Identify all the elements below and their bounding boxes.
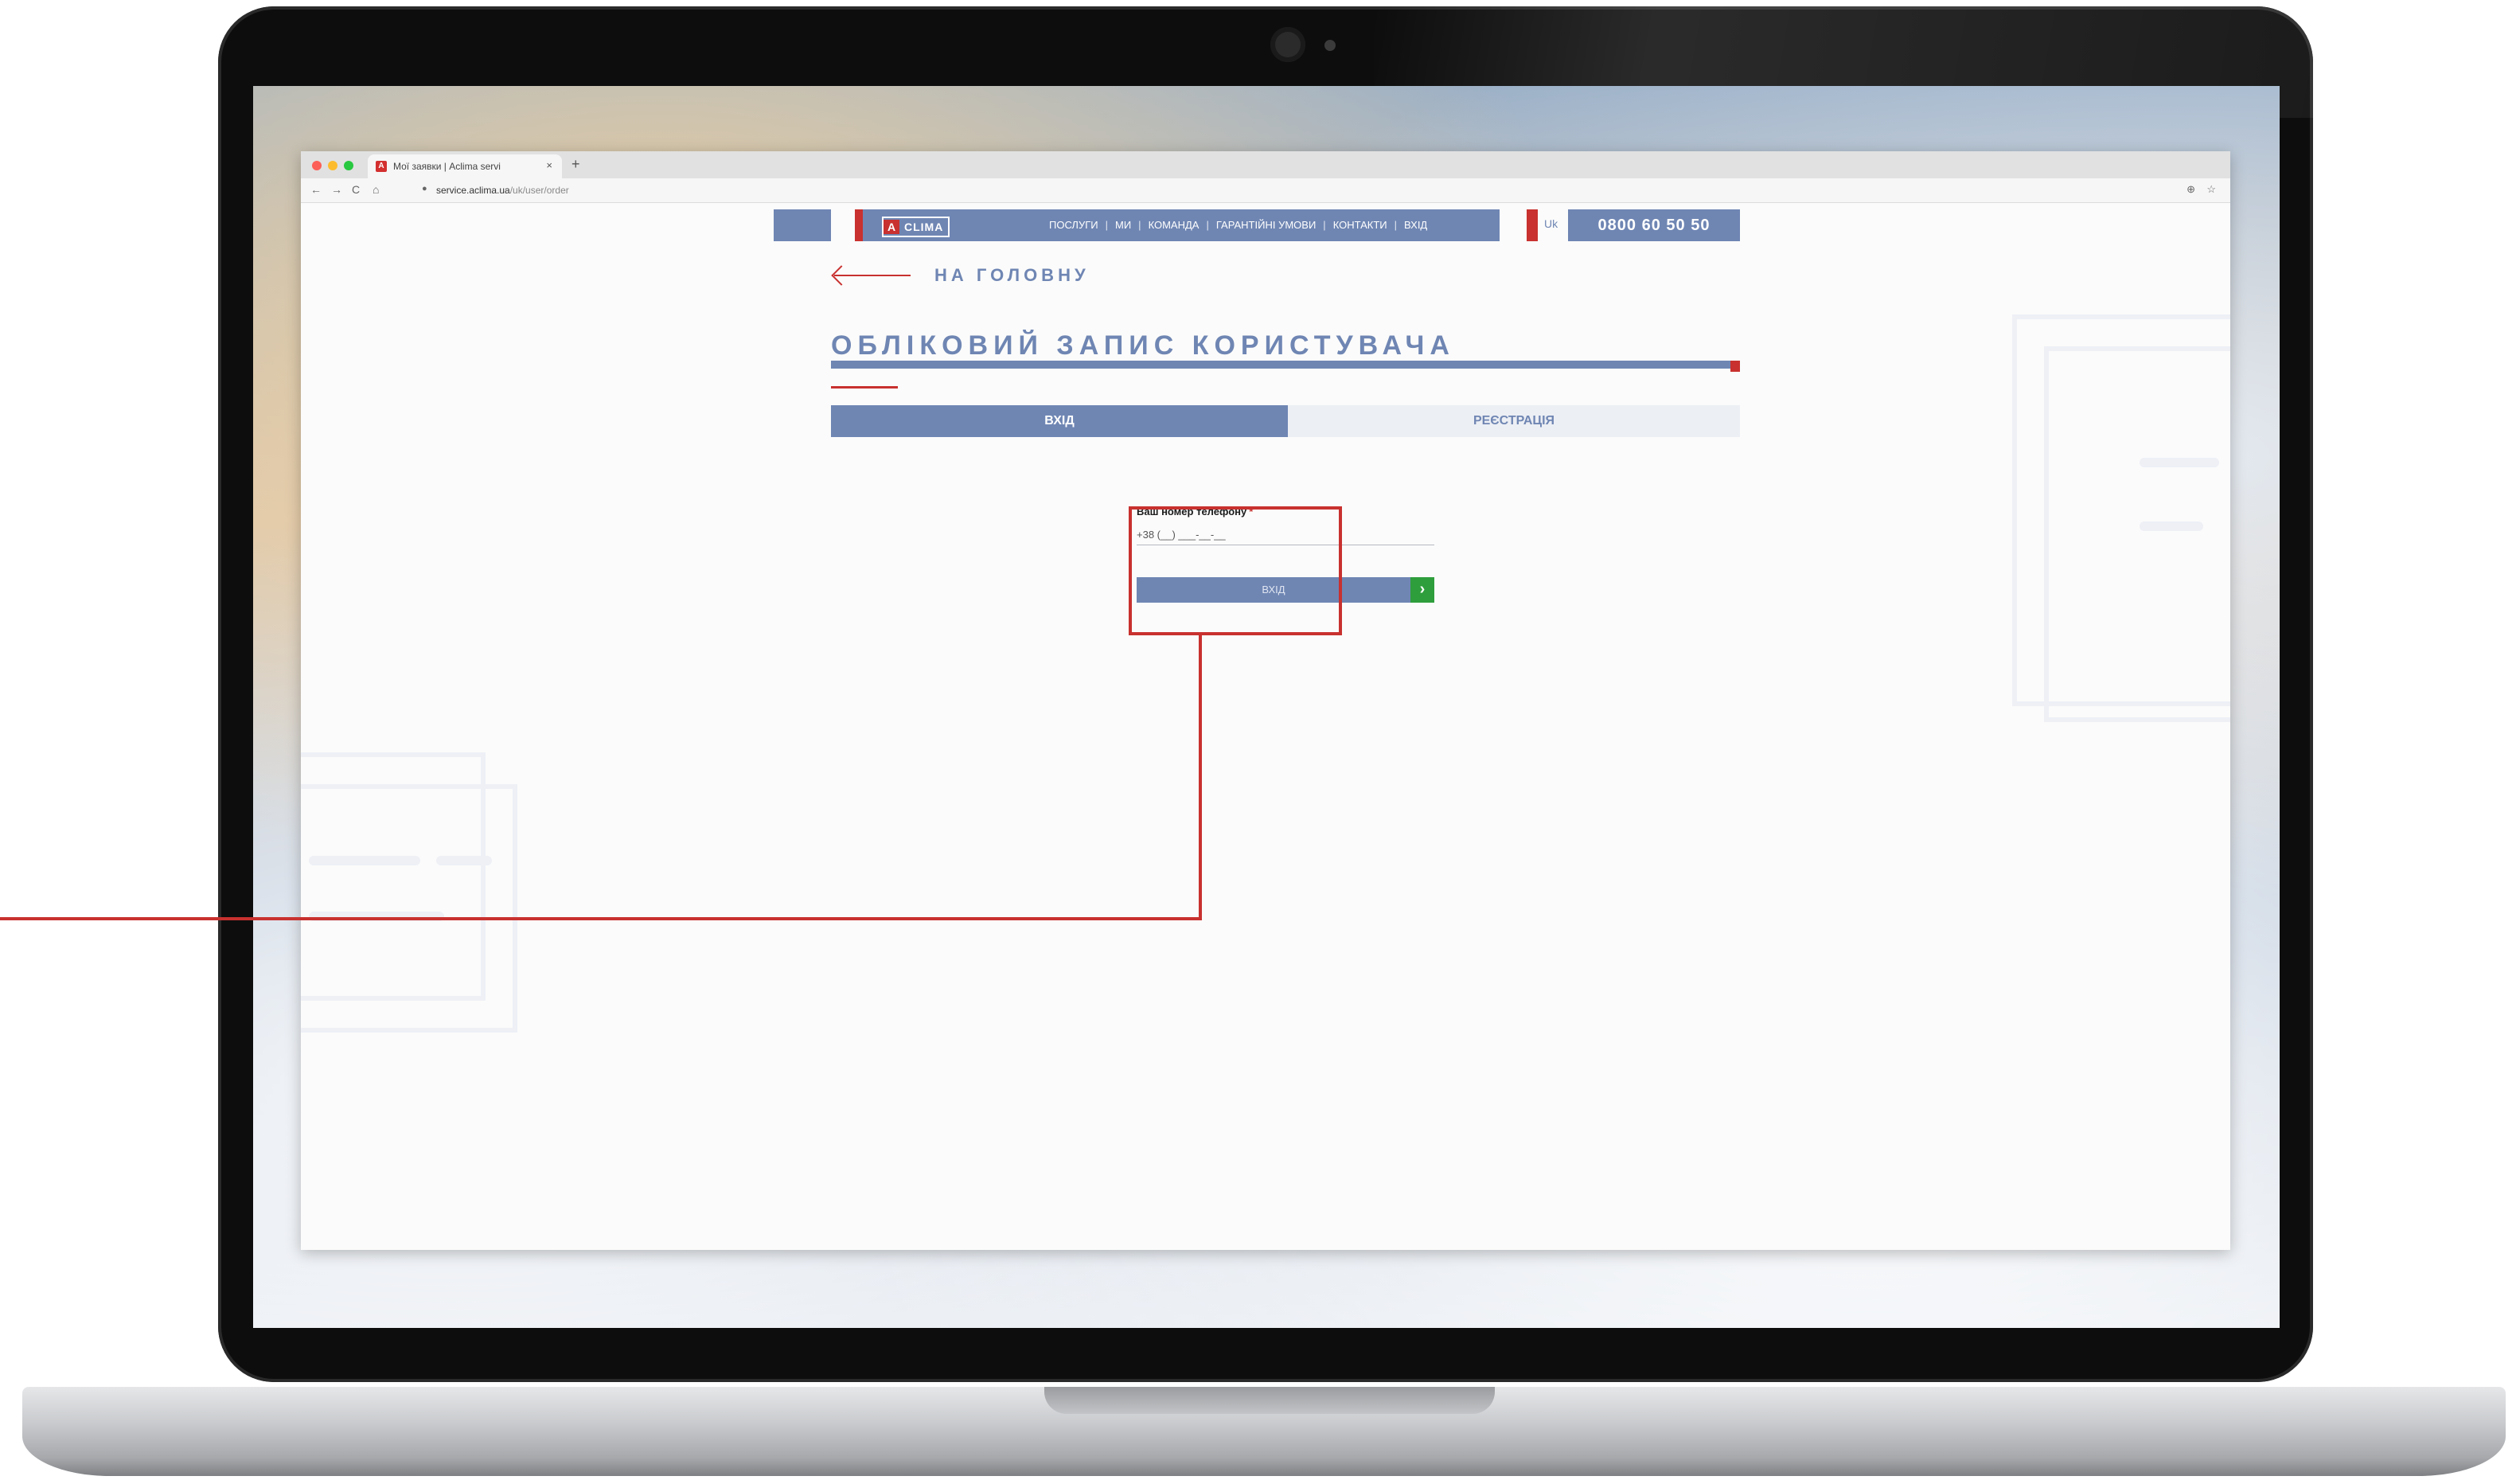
title-bar xyxy=(831,361,1730,369)
decor-line xyxy=(436,856,492,865)
decor-line xyxy=(2140,521,2203,531)
forward-arrow-icon[interactable]: → xyxy=(331,183,342,196)
header-accent xyxy=(855,209,863,241)
camera-sensor-icon xyxy=(1324,40,1336,51)
tab-title: Мої заявки | Aclima servi xyxy=(393,161,501,172)
callout-line-vertical xyxy=(1199,635,1202,920)
title-bar-accent xyxy=(1730,361,1740,372)
nav-separator: | xyxy=(1206,219,1209,231)
nav-separator: | xyxy=(1323,219,1326,231)
decor-line xyxy=(2140,458,2219,467)
back-arrow-icon[interactable]: ← xyxy=(310,183,322,196)
window-maximize-icon[interactable] xyxy=(344,161,353,170)
url-host: service.aclima.ua xyxy=(436,185,510,196)
highlight-box xyxy=(1129,506,1342,635)
tab-register[interactable]: РЕЄСТРАЦІЯ xyxy=(1288,405,1740,437)
main-nav: ПОСЛУГИ | МИ | КОМАНДА | ГАРАНТІЙНІ УМОВ… xyxy=(1049,219,1427,231)
tab-close-icon[interactable]: × xyxy=(546,159,552,171)
header-phone[interactable]: 0800 60 50 50 xyxy=(1568,209,1740,241)
browser-window: A Мої заявки | Aclima servi × + ← → C ⌂ … xyxy=(301,151,2230,1250)
url-path: /uk/user/order xyxy=(509,185,569,196)
logo-mark: A xyxy=(884,220,899,234)
page-title: ОБЛІКОВИЙ ЗАПИС КОРИСТУВАЧА xyxy=(831,330,1455,361)
zoom-icon[interactable]: ⊕ xyxy=(2186,183,2195,196)
back-link-label: НА ГОЛОВНУ xyxy=(934,265,1090,285)
site-header: A CLIMA ПОСЛУГИ | МИ | КОМАНДА | ГАРАНТІ… xyxy=(863,209,1500,241)
site-logo[interactable]: A CLIMA xyxy=(882,217,950,237)
new-tab-icon[interactable]: + xyxy=(571,156,580,173)
chevron-right-icon[interactable]: › xyxy=(1410,577,1434,603)
nav-contacts[interactable]: КОНТАКТИ xyxy=(1333,219,1387,231)
reload-icon[interactable]: C xyxy=(352,183,360,196)
browser-toolbar: ← → C ⌂ ● service.aclima.ua/uk/user/orde… xyxy=(301,178,2230,203)
lock-icon: ● xyxy=(422,184,427,193)
tab-login[interactable]: ВХІД xyxy=(831,405,1288,437)
header-accent-right xyxy=(1527,209,1538,241)
nav-separator: | xyxy=(1105,219,1108,231)
nav-separator: | xyxy=(1138,219,1141,231)
window-close-icon[interactable] xyxy=(312,161,322,170)
nav-services[interactable]: ПОСЛУГИ xyxy=(1049,219,1098,231)
nav-separator: | xyxy=(1394,219,1398,231)
nav-team[interactable]: КОМАНДА xyxy=(1149,219,1200,231)
favicon-icon: A xyxy=(376,161,387,172)
nav-warranty[interactable]: ГАРАНТІЙНІ УМОВИ xyxy=(1216,219,1316,231)
decor-document-right-2 xyxy=(2044,346,2230,722)
title-underline xyxy=(831,386,898,389)
window-minimize-icon[interactable] xyxy=(328,161,337,170)
star-icon[interactable]: ☆ xyxy=(2206,183,2216,196)
browser-tabstrip: A Мої заявки | Aclima servi × + xyxy=(301,151,2230,178)
header-side-block xyxy=(774,209,831,241)
nav-about[interactable]: МИ xyxy=(1115,219,1131,231)
camera-icon xyxy=(1270,27,1305,62)
decor-line xyxy=(309,856,420,865)
back-to-home-link[interactable]: НА ГОЛОВНУ xyxy=(831,265,1090,286)
web-page: A CLIMA ПОСЛУГИ | МИ | КОМАНДА | ГАРАНТІ… xyxy=(301,203,2230,1250)
callout-line-horizontal xyxy=(0,917,1202,920)
laptop-notch xyxy=(1044,1387,1495,1414)
decor-document-left-2 xyxy=(301,784,517,1033)
nav-login[interactable]: ВХІД xyxy=(1404,219,1427,231)
language-switch[interactable]: Uk xyxy=(1544,217,1558,230)
home-icon[interactable]: ⌂ xyxy=(373,183,379,196)
back-arrow-icon xyxy=(831,265,911,286)
browser-tab[interactable]: A Мої заявки | Aclima servi × xyxy=(368,154,562,178)
logo-text: CLIMA xyxy=(904,221,944,233)
address-bar[interactable]: service.aclima.ua/uk/user/order xyxy=(436,185,569,196)
